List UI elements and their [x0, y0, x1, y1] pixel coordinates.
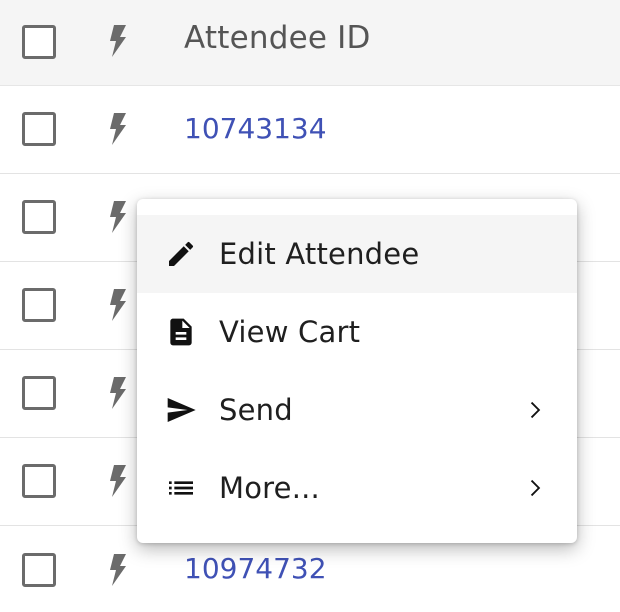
- attendee-id-link[interactable]: 10974732: [184, 552, 327, 585]
- menu-item-label: Edit Attendee: [219, 237, 420, 271]
- menu-item-label: View Cart: [219, 315, 361, 349]
- menu-item-view-cart[interactable]: View Cart: [137, 293, 577, 371]
- chevron-right-icon: [530, 479, 541, 497]
- lightning-icon: [110, 25, 126, 57]
- table-row[interactable]: 10743134: [0, 86, 620, 174]
- menu-item-label: Send: [219, 393, 293, 427]
- select-all-checkbox[interactable]: [22, 25, 56, 59]
- menu-item-more[interactable]: More...: [137, 449, 577, 527]
- lightning-icon[interactable]: [106, 288, 128, 322]
- lightning-icon[interactable]: [106, 464, 128, 498]
- menu-item-send[interactable]: Send: [137, 371, 577, 449]
- list-icon: [169, 481, 193, 495]
- pencil-icon: [169, 241, 194, 266]
- chevron-right-icon: [530, 401, 541, 419]
- menu-item-label: More...: [219, 471, 320, 505]
- document-icon: [170, 318, 192, 346]
- row-checkbox[interactable]: [22, 200, 56, 234]
- row-checkbox[interactable]: [22, 112, 56, 146]
- send-icon: [167, 398, 196, 422]
- row-checkbox[interactable]: [22, 553, 56, 587]
- menu-item-edit-attendee[interactable]: Edit Attendee: [137, 215, 577, 293]
- lightning-icon[interactable]: [106, 112, 128, 146]
- column-header-attendee-id[interactable]: Attendee ID: [184, 20, 371, 56]
- row-checkbox[interactable]: [22, 464, 56, 498]
- lightning-icon[interactable]: [106, 200, 128, 234]
- row-checkbox[interactable]: [22, 288, 56, 322]
- attendee-id-link[interactable]: 10743134: [184, 112, 327, 145]
- row-checkbox[interactable]: [22, 376, 56, 410]
- table-header: Attendee ID: [0, 0, 620, 86]
- lightning-icon[interactable]: [106, 376, 128, 410]
- context-menu: Edit Attendee View Cart Send More...: [137, 199, 577, 543]
- lightning-icon[interactable]: [106, 553, 128, 587]
